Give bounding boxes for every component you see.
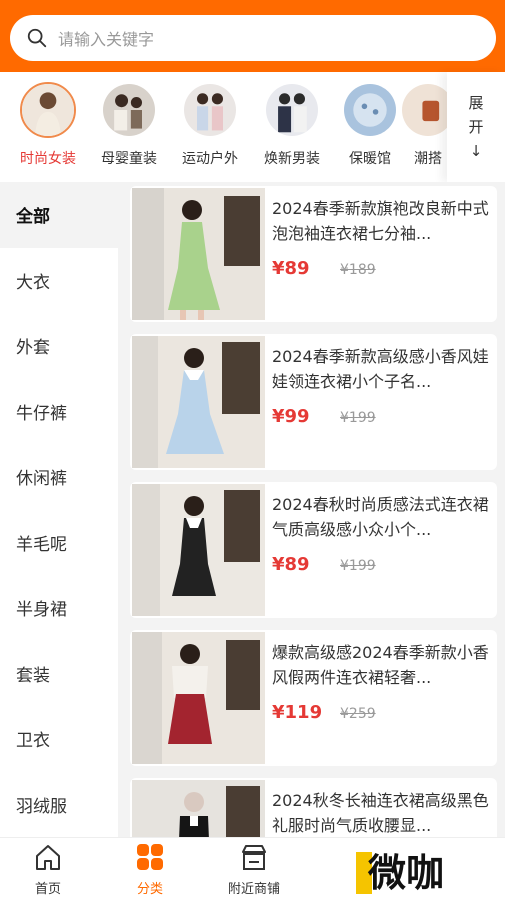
- page: 请输入关键字 时尚女装 母婴童装 运动户外 焕新男装 保暖馆 潮搭 展 开 ↓ …: [0, 0, 505, 899]
- sidebar-item-wool[interactable]: 羊毛呢: [0, 510, 118, 576]
- tab-label: 分类: [136, 882, 163, 897]
- search-placeholder[interactable]: 请输入关键字: [58, 26, 154, 50]
- product-original-price: ¥199: [340, 410, 376, 426]
- product-card[interactable]: 2024秋冬长袖连衣裙高级黑色礼服时尚气质收腰显...: [130, 778, 497, 837]
- tab-category[interactable]: 分类: [102, 842, 198, 897]
- category-label: 运动户外: [182, 151, 238, 167]
- category-sports[interactable]: 运动户外: [168, 82, 252, 168]
- product-price: ¥119: [272, 702, 323, 723]
- sidebar-item-coat[interactable]: 大衣: [0, 248, 118, 314]
- product-card[interactable]: 2024春秋时尚质感法式连衣裙气质高级感小众小个... ¥89 ¥199: [130, 482, 497, 618]
- sidebar-item-suit[interactable]: 套装: [0, 641, 118, 707]
- product-image: [132, 336, 265, 468]
- product-original-price: ¥199: [340, 558, 376, 574]
- category-kids[interactable]: 母婴童装: [87, 82, 171, 168]
- product-title: 2024春秋时尚质感法式连衣裙气质高级感小众小个...: [272, 495, 489, 539]
- category-image: [182, 82, 238, 138]
- sidebar-item-all[interactable]: 全部: [0, 182, 118, 248]
- search-bar[interactable]: 请输入关键字: [10, 15, 496, 61]
- sidebar-item-jacket[interactable]: 外套: [0, 313, 118, 379]
- product-card[interactable]: 2024春季新款旗袍改良新中式泡泡袖连衣裙七分袖... ¥89 ¥189: [130, 186, 497, 322]
- tab-label: 附近商铺: [227, 882, 280, 897]
- product-price: ¥89: [272, 554, 310, 575]
- grid-icon: [137, 844, 163, 870]
- category-image: [342, 82, 398, 138]
- watermark-text: 微咖: [367, 851, 444, 894]
- product-title: 2024秋冬长袖连衣裙高级黑色礼服时尚气质收腰显...: [272, 791, 489, 835]
- tab-label: 首页: [34, 882, 61, 897]
- product-title: 爆款高级感2024春季新款小香风假两件连衣裙轻奢...: [272, 643, 489, 687]
- category-image: [20, 82, 76, 138]
- product-image: [132, 780, 265, 837]
- sidebar-item-skirt[interactable]: 半身裙: [0, 575, 118, 641]
- sidebar-item-hoodie[interactable]: 卫衣: [0, 706, 118, 772]
- watermark-logo: 微咖: [356, 851, 444, 894]
- search-icon: [27, 28, 47, 48]
- category-fashion-women[interactable]: 时尚女装: [6, 82, 90, 168]
- category-label: 焕新男装: [264, 151, 320, 167]
- category-label: 母婴童装: [101, 151, 157, 167]
- product-price: ¥89: [272, 258, 310, 279]
- expand-button[interactable]: 展 开 ↓: [447, 72, 505, 182]
- product-card[interactable]: 爆款高级感2024春季新款小香风假两件连衣裙轻奢... ¥119 ¥259: [130, 630, 497, 766]
- sidebar-item-jeans[interactable]: 牛仔裤: [0, 379, 118, 445]
- product-card[interactable]: 2024春季新款高级感小香风娃娃领连衣裙小个子名... ¥99 ¥199: [130, 334, 497, 470]
- product-image: [132, 484, 265, 616]
- expand-label-2: 开: [468, 118, 484, 136]
- category-men[interactable]: 焕新男装: [250, 82, 334, 168]
- product-image: [132, 188, 265, 320]
- tab-nearby-stores[interactable]: 附近商铺: [206, 842, 302, 897]
- tab-home[interactable]: 首页: [0, 842, 96, 897]
- product-original-price: ¥259: [340, 706, 376, 722]
- expand-label-1: 展: [468, 94, 484, 112]
- product-price: ¥99: [272, 406, 310, 427]
- category-strip: 时尚女装 母婴童装 运动户外 焕新男装 保暖馆 潮搭 展 开 ↓: [0, 72, 505, 182]
- product-original-price: ¥189: [340, 262, 376, 278]
- product-title: 2024春季新款高级感小香风娃娃领连衣裙小个子名...: [272, 347, 489, 391]
- category-label: 时尚女装: [20, 151, 76, 167]
- product-title: 2024春季新款旗袍改良新中式泡泡袖连衣裙七分袖...: [272, 199, 489, 243]
- header: 请输入关键字: [0, 0, 505, 72]
- category-image: [264, 82, 320, 138]
- product-list: 2024春季新款旗袍改良新中式泡泡袖连衣裙七分袖... ¥89 ¥189 202…: [118, 182, 505, 837]
- sidebar-item-down-jacket[interactable]: 羽绒服: [0, 772, 118, 838]
- store-icon: [242, 845, 266, 870]
- sidebar-item-casual-pants[interactable]: 休闲裤: [0, 444, 118, 510]
- home-icon: [36, 845, 60, 870]
- category-image: [101, 82, 157, 138]
- category-sidebar: 全部 大衣 外套 牛仔裤 休闲裤 羊毛呢 半身裙 套装 卫衣 羽绒服: [0, 182, 118, 837]
- product-image: [132, 632, 265, 764]
- arrow-down-icon: ↓: [469, 142, 483, 160]
